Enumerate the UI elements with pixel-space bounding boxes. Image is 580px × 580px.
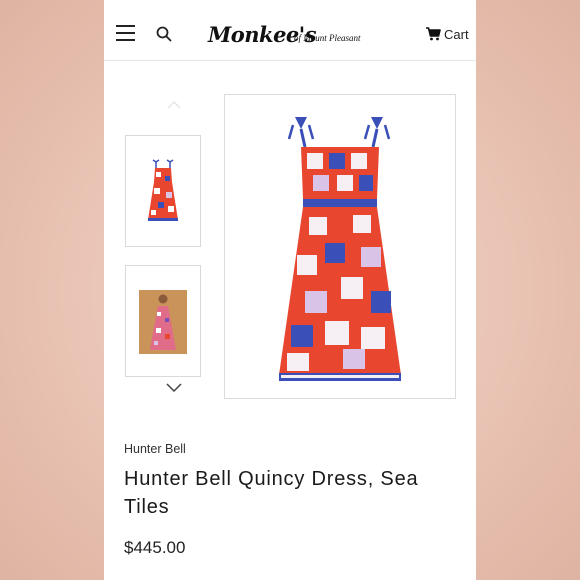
product-page: Monkee's of Mount Pleasant Cart Hunter B… [104,0,476,580]
cart-icon [426,27,441,41]
product-price: $445.00 [124,538,186,557]
product-title: Hunter Bell Quincy Dress, Sea Tiles [124,468,419,518]
thumbnail-dress-model[interactable] [125,265,201,377]
model-thumbnail-image [139,290,187,354]
chevron-down-icon[interactable] [166,383,182,392]
menu-icon[interactable] [116,25,135,41]
dress-image [279,117,401,381]
cart-label: Cart [444,26,469,42]
site-logo[interactable]: Monkee's of Mount Pleasant [208,20,376,50]
thumbnail-dress-front[interactable] [125,135,201,247]
dress-thumbnail-image [148,159,178,221]
product-brand-link[interactable]: Hunter Bell [124,442,186,456]
site-header: Monkee's of Mount Pleasant Cart [104,0,476,61]
main-product-image[interactable] [224,94,456,399]
chevron-up-icon[interactable] [167,101,181,109]
cart-button[interactable]: Cart [426,26,469,42]
logo-subtitle: of Mount Pleasant [294,33,361,43]
search-icon[interactable] [156,26,172,42]
